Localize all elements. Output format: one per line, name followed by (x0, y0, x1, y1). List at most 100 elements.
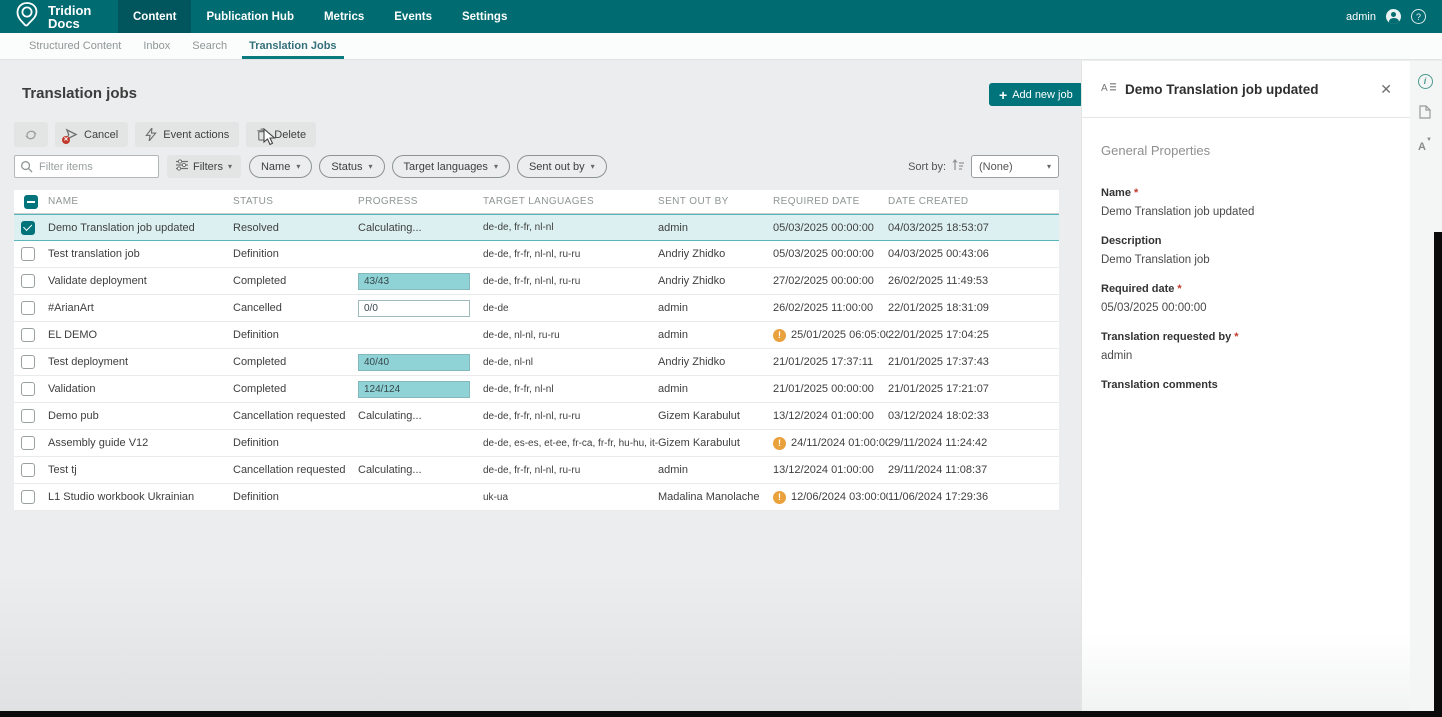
filter-pill-dropdown[interactable]: Sent out by (517, 155, 607, 178)
cell-date-created: 04/03/2025 18:53:07 (888, 222, 1059, 234)
delete-button[interactable]: Delete (246, 122, 316, 147)
event-actions-button[interactable]: Event actions (135, 122, 239, 147)
filters-sliders-icon (176, 159, 188, 174)
filter-items-input[interactable] (14, 155, 159, 178)
cell-required-date: 27/02/2025 00:00:00 (773, 275, 888, 287)
user-avatar-icon[interactable] (1386, 9, 1401, 24)
cell-sent-out-by: Andriy Zhidko (658, 248, 773, 260)
chevron-down-icon (591, 162, 595, 171)
cell-name: Test translation job (48, 248, 233, 260)
sub-nav-tab[interactable]: Structured Content (18, 33, 132, 59)
cell-date-created: 29/11/2024 11:08:37 (888, 464, 1059, 476)
cell-name: EL DEMO (48, 329, 233, 341)
cell-sent-out-by: admin (658, 383, 773, 395)
app-screen: Tridion Docs Content Publication Hub Met… (0, 0, 1442, 717)
main-menu-item[interactable]: Events (379, 0, 447, 33)
table-row[interactable]: Test deployment Completed 40/40 de-de, n… (14, 349, 1059, 376)
table-row[interactable]: Test translation job Definition de-de, f… (14, 241, 1059, 268)
sub-nav-tab[interactable]: Translation Jobs (238, 33, 347, 59)
cell-name: Demo pub (48, 410, 233, 422)
cell-status: Cancelled (233, 302, 358, 314)
table-row[interactable]: Validate deployment Completed 43/43 de-d… (14, 268, 1059, 295)
progress-calculating-text: Calculating... (358, 410, 422, 422)
cancel-job-icon: ✕ (65, 128, 78, 141)
table-row[interactable]: Validation Completed 124/124 de-de, fr-f… (14, 376, 1059, 403)
column-header[interactable]: DATE CREATED (888, 196, 1059, 207)
row-checkbox[interactable] (21, 355, 35, 369)
row-checkbox[interactable] (21, 328, 35, 342)
document-tab[interactable] (1413, 101, 1437, 127)
screen-edge-right (1434, 232, 1442, 717)
row-checkbox[interactable] (21, 463, 35, 477)
app-logo[interactable]: Tridion Docs (0, 0, 118, 33)
cell-target-languages: de-de, fr-fr, nl-nl, ru-ru (483, 465, 658, 476)
column-header[interactable]: NAME (48, 196, 233, 207)
content-area: Translation jobs + Add new job (0, 61, 1442, 711)
main-menu-item[interactable]: Publication Hub (191, 0, 309, 33)
row-checkbox[interactable] (21, 382, 35, 396)
table-row[interactable]: Demo Translation job updated Resolved Ca… (14, 214, 1059, 241)
filter-pill-dropdown[interactable]: Status (319, 155, 384, 178)
cell-name: Validate deployment (48, 275, 233, 287)
row-checkbox[interactable] (21, 436, 35, 450)
sort-direction-icon[interactable] (952, 158, 965, 176)
column-header[interactable]: REQUIRED DATE (773, 196, 888, 207)
cell-required-date: 26/02/2025 11:00:00 (773, 302, 888, 314)
filter-pill-dropdown[interactable]: Name (249, 155, 312, 178)
main-menu-item[interactable]: Settings (447, 0, 522, 33)
sub-nav-tab[interactable]: Inbox (132, 33, 181, 59)
cell-date-created: 26/02/2025 11:49:53 (888, 275, 1059, 287)
cell-sent-out-by: Gizem Karabulut (658, 437, 773, 449)
table-row[interactable]: L1 Studio workbook Ukrainian Definition … (14, 484, 1059, 511)
warning-icon (773, 329, 786, 342)
column-header[interactable]: TARGET LANGUAGES (483, 196, 658, 207)
cell-required-date: 13/12/2024 01:00:00 (773, 410, 888, 422)
column-header[interactable]: PROGRESS (358, 196, 483, 207)
column-header[interactable]: STATUS (233, 196, 358, 207)
table-row[interactable]: Demo pub Cancellation requested Calculat… (14, 403, 1059, 430)
cell-required-date: 05/03/2025 00:00:00 (773, 248, 888, 260)
progress-calculating-text: Calculating... (358, 464, 422, 476)
refresh-icon (24, 128, 38, 142)
table-row[interactable]: Test tj Cancellation requested Calculati… (14, 457, 1059, 484)
help-icon[interactable]: ? (1411, 9, 1426, 24)
logged-in-user: admin (1346, 11, 1376, 23)
row-checkbox[interactable] (21, 274, 35, 288)
main-menu: Content Publication Hub Metrics Events S… (118, 0, 522, 33)
cell-target-languages: uk-ua (483, 492, 658, 503)
main-menu-item[interactable]: Metrics (309, 0, 379, 33)
row-checkbox[interactable] (21, 247, 35, 261)
sort-by-select[interactable]: (None) (971, 155, 1059, 178)
cell-target-languages: de-de, fr-fr, nl-nl (483, 384, 658, 395)
cell-status: Completed (233, 383, 358, 395)
filter-pill-dropdown[interactable]: Target languages (392, 155, 510, 178)
table-row[interactable]: Assembly guide V12 Definition de-de, es-… (14, 430, 1059, 457)
table-row[interactable]: #ArianArt Cancelled 0/0 de-de admin (14, 295, 1059, 322)
translation-tab[interactable]: A▼ (1413, 134, 1437, 160)
close-icon[interactable]: ✕ (1378, 79, 1394, 100)
filters-button[interactable]: Filters (167, 155, 241, 178)
cell-date-created: 21/01/2025 17:21:07 (888, 383, 1059, 395)
cell-date-created: 04/03/2025 00:43:06 (888, 248, 1059, 260)
row-checkbox[interactable] (21, 409, 35, 423)
main-menu-item[interactable]: Content (118, 0, 191, 33)
general-properties-heading: General Properties (1101, 143, 1210, 158)
row-checkbox[interactable] (21, 490, 35, 504)
row-checkbox[interactable] (21, 221, 35, 235)
row-checkbox[interactable] (21, 301, 35, 315)
refresh-button[interactable] (14, 122, 48, 147)
column-header[interactable]: SENT OUT BY (658, 196, 773, 207)
cell-required-date: 25/01/2025 06:05:00 (773, 329, 888, 342)
table-row[interactable]: EL DEMO Definition de-de, nl-nl, ru-ru a… (14, 322, 1059, 349)
cancel-button[interactable]: ✕ Cancel (55, 122, 128, 147)
cell-status: Definition (233, 437, 358, 449)
add-new-job-button[interactable]: + Add new job (989, 83, 1083, 106)
details-panel-title: Demo Translation job updated (1125, 82, 1378, 97)
translate-text-icon: A▼ (1418, 141, 1432, 153)
cell-target-languages: de-de, nl-nl, ru-ru (483, 330, 658, 341)
sub-nav-tab[interactable]: Search (181, 33, 238, 59)
info-tab[interactable]: i (1413, 68, 1437, 94)
details-panel: A Demo Translation job updated ✕ General… (1081, 61, 1410, 711)
cell-progress: 43/43 (358, 273, 483, 290)
select-all-checkbox[interactable] (24, 195, 38, 209)
